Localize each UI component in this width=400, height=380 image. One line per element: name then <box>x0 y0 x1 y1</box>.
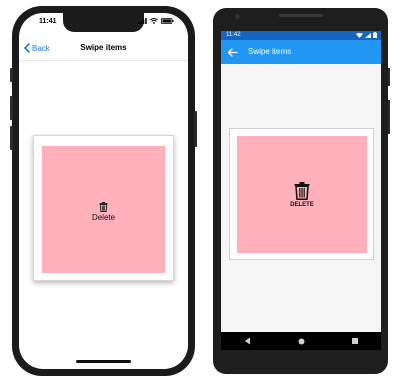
android-toolbar-title: Swipe items <box>248 47 292 56</box>
android-status-time: 11:42 <box>226 32 241 38</box>
android-speaker <box>279 14 323 17</box>
android-screen: 11:42 Swipe items DELETE <box>221 31 381 350</box>
iphone-mute-switch <box>10 68 13 82</box>
battery-icon <box>161 18 174 24</box>
ios-home-indicator[interactable] <box>76 360 131 363</box>
signal-icon <box>365 32 371 38</box>
nav-back-icon[interactable] <box>244 337 251 345</box>
ios-delete-label: Delete <box>91 212 116 222</box>
wifi-icon <box>150 18 158 24</box>
android-front-camera <box>235 14 240 19</box>
iphone-device-frame: 11:41 Back Swipe items Delete <box>10 6 197 376</box>
iphone-volume-down <box>10 126 13 150</box>
nav-recents-icon[interactable] <box>351 338 358 344</box>
android-delete-swipe-item[interactable]: DELETE <box>237 136 367 253</box>
signal-icon <box>138 18 147 24</box>
trash-icon <box>99 201 108 212</box>
ios-status-icons <box>138 18 174 24</box>
android-toolbar: Swipe items <box>221 40 381 64</box>
nav-home-icon[interactable] <box>298 338 305 345</box>
wifi-icon <box>356 32 363 38</box>
android-volume-button <box>388 100 390 134</box>
iphone-side-button <box>194 111 197 147</box>
iphone-notch <box>63 13 144 32</box>
android-status-icons <box>356 32 377 38</box>
arrow-back-icon[interactable] <box>227 47 238 58</box>
ios-status-time: 11:41 <box>39 18 57 25</box>
ios-swipe-item-card[interactable]: Delete <box>33 135 174 281</box>
battery-icon <box>373 32 377 38</box>
android-status-bar: 11:42 <box>221 31 381 40</box>
android-delete-label: DELETE <box>290 201 314 208</box>
ios-delete-swipe-item[interactable]: Delete <box>42 146 165 273</box>
ios-screen: 11:41 Back Swipe items Delete <box>19 13 188 369</box>
android-power-button <box>388 68 390 86</box>
android-swipe-item-card[interactable]: DELETE <box>229 128 374 260</box>
trash-icon <box>294 181 310 200</box>
android-device-frame: 11:42 Swipe items DELETE <box>213 8 390 374</box>
ios-page-title: Swipe items <box>80 43 127 52</box>
android-navigation-bar <box>221 332 381 350</box>
iphone-volume-up <box>10 96 13 120</box>
ios-navigation-bar: Back Swipe items <box>19 35 188 61</box>
